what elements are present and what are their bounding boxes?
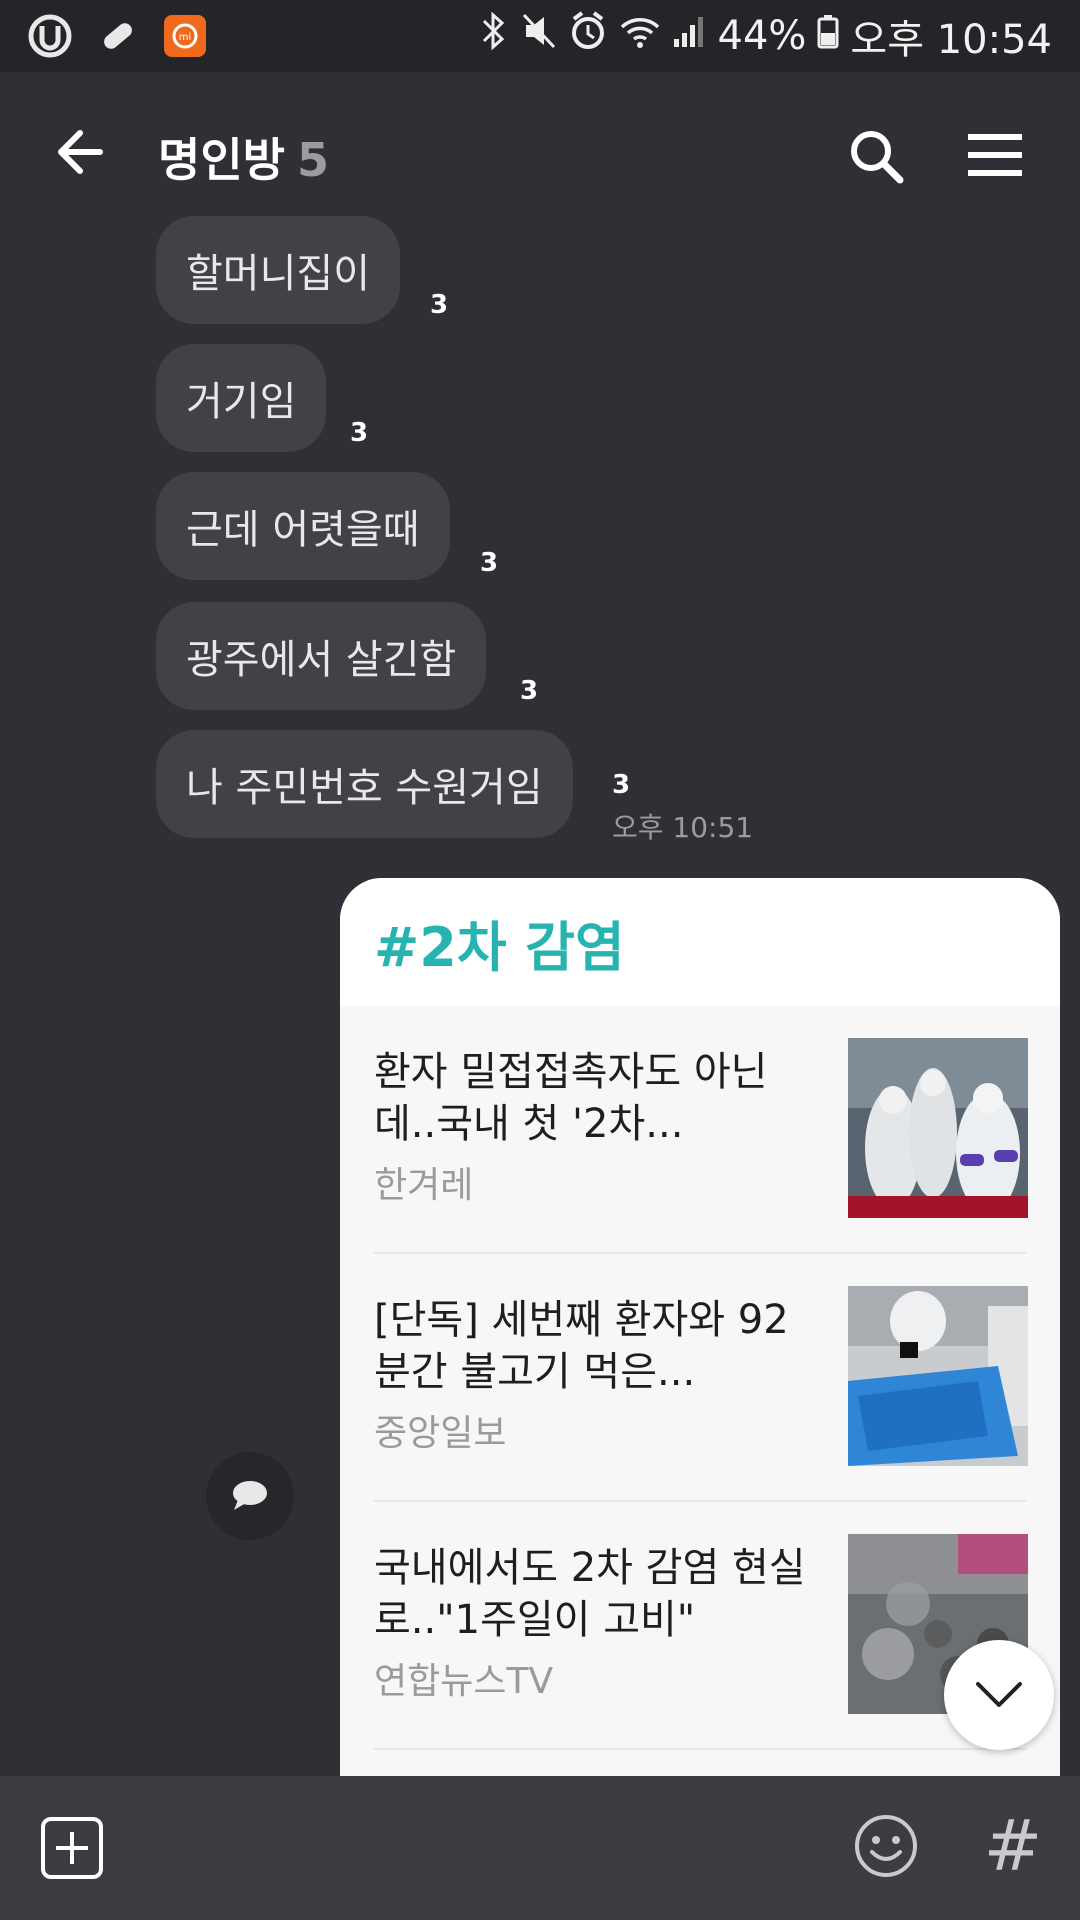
mute-icon: [518, 9, 558, 63]
chat-room-title: 명인방 5: [158, 124, 329, 190]
news-thumbnail: [848, 1038, 1028, 1218]
news-title: 국내에서도 2차 감염 현실로.."1주일이 고비": [374, 1545, 806, 1643]
search-button[interactable]: [846, 126, 906, 186]
message-bubble[interactable]: 근데 어렷을때: [156, 472, 450, 580]
reply-button[interactable]: [206, 1452, 294, 1540]
unread-count: 3: [520, 676, 539, 706]
search-icon: [851, 131, 904, 184]
unread-count: 3: [612, 770, 631, 800]
message-text: 거기임: [186, 379, 297, 425]
message-text: 근데 어렷을때: [186, 507, 420, 553]
back-button[interactable]: [52, 122, 112, 182]
message-bubble[interactable]: 할머니집이: [156, 216, 400, 324]
menu-button[interactable]: [966, 130, 1024, 180]
attach-button[interactable]: [40, 1816, 104, 1880]
room-name: 명인방: [158, 133, 285, 187]
battery-icon: [816, 9, 840, 63]
unread-count: 3: [430, 290, 449, 320]
emoticon-button[interactable]: [852, 1812, 920, 1880]
news-source: 중앙일보: [374, 1413, 507, 1454]
hashtag-search-button[interactable]: #: [978, 1806, 1048, 1886]
message-bubble[interactable]: 나 주민번호 수원거임: [156, 730, 573, 838]
message-bubble[interactable]: 거기임: [156, 344, 327, 452]
news-thumbnail: [848, 1286, 1028, 1466]
speech-bubble-icon: [233, 1481, 267, 1510]
svg-text:mi: mi: [179, 32, 192, 43]
clock: 오후 10:54: [850, 17, 1052, 63]
hamburger-menu-icon: [968, 134, 1022, 176]
message-text: 나 주민번호 수원거임: [186, 765, 543, 811]
unread-count: 3: [480, 548, 499, 578]
hashtag-title[interactable]: #2차 감염: [340, 878, 1060, 1006]
plus-square-icon: [41, 1817, 103, 1879]
message-bubble[interactable]: 광주에서 살긴함: [156, 602, 487, 710]
app-notification-icon: [28, 14, 72, 58]
bluetooth-icon: [478, 9, 508, 63]
chat-header: 명인방 5: [0, 72, 1080, 236]
news-item[interactable]: [단독] 세번째 환자와 92분간 불고기 먹은... 중앙일보: [374, 1254, 1028, 1502]
news-source: 연합뉴스TV: [374, 1661, 554, 1702]
wifi-icon: [618, 9, 662, 63]
news-title: [단독] 세번째 환자와 92분간 불고기 먹은...: [374, 1297, 789, 1395]
news-title: 환자 밀접접촉자도 아닌데..국내 첫 '2차...: [374, 1049, 768, 1147]
battery-percent: 44%: [717, 13, 807, 59]
mi-icon: mi: [164, 15, 206, 57]
news-item[interactable]: 국내에서도 2차 감염 현실로.."1주일이 고비" 연합뉴스TV: [374, 1502, 1028, 1750]
smiley-icon: [855, 1815, 917, 1877]
message-text: 광주에서 살긴함: [186, 637, 457, 683]
signal-icon: [672, 9, 708, 63]
scroll-to-bottom-button[interactable]: [944, 1640, 1054, 1750]
unread-count: 3: [350, 418, 369, 448]
hashtag-news-card: #2차 감염 환자 밀접접촉자도 아닌데..국내 첫 '2차... 한겨레 [단…: [340, 878, 1060, 1778]
news-item[interactable]: 환자 밀접접촉자도 아닌데..국내 첫 '2차... 한겨레: [374, 1006, 1028, 1254]
alarm-icon: [568, 9, 608, 63]
member-count: 5: [296, 133, 329, 187]
chevron-down-icon: [976, 1682, 1022, 1707]
pill-icon: [96, 14, 140, 58]
back-arrow-icon: [58, 130, 103, 174]
message-timestamp: 오후 10:51: [612, 811, 754, 844]
message-text: 할머니집이: [186, 251, 370, 297]
status-bar: mi 44% 오후 10:54: [0, 0, 1080, 72]
news-source: 한겨레: [374, 1165, 474, 1206]
chat-input-bar: #: [0, 1776, 1080, 1920]
